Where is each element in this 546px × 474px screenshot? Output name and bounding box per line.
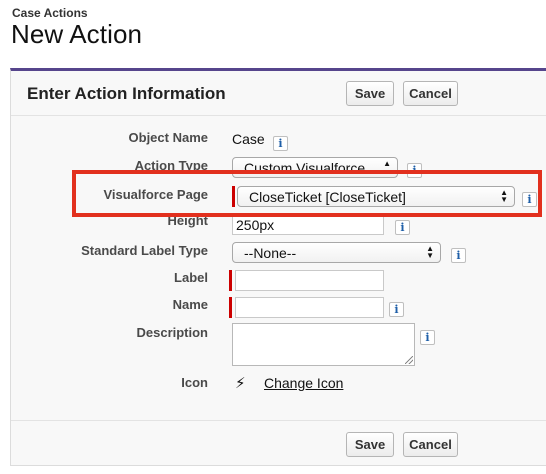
footer-divider — [11, 420, 546, 421]
cancel-button-top[interactable]: Cancel — [403, 81, 458, 106]
icon-label: Icon — [181, 375, 208, 390]
object-name-label: Object Name — [128, 130, 208, 145]
cancel-button-bottom[interactable]: Cancel — [403, 432, 458, 457]
save-button-top[interactable]: Save — [346, 81, 394, 106]
height-input[interactable]: 250px — [232, 214, 384, 235]
description-textarea[interactable] — [232, 323, 415, 366]
standard-label-type-info-icon[interactable]: i — [451, 248, 466, 263]
label-input[interactable] — [235, 270, 384, 291]
standard-label-type-label: Standard Label Type — [81, 243, 208, 258]
name-field-label: Name — [172, 297, 208, 312]
highlight-box — [72, 170, 542, 217]
standard-label-type-select[interactable]: --None-- ▲ ▼ — [232, 242, 441, 263]
description-info-icon[interactable]: i — [420, 330, 435, 345]
required-marker — [229, 270, 232, 291]
object-name-info-icon[interactable]: i — [273, 136, 288, 151]
required-marker — [229, 297, 232, 318]
label-field-label: Label — [174, 270, 208, 285]
object-name-value: Case — [232, 131, 265, 147]
name-input[interactable] — [235, 297, 384, 318]
standard-label-type-value: --None-- — [244, 244, 297, 261]
height-info-icon[interactable]: i — [395, 220, 410, 235]
change-icon-link[interactable]: Change Icon — [264, 375, 343, 391]
resize-grip-icon[interactable] — [405, 356, 413, 364]
save-button-bottom[interactable]: Save — [346, 432, 394, 457]
description-label: Description — [136, 325, 208, 340]
name-info-icon[interactable]: i — [389, 302, 404, 317]
header-divider — [11, 115, 546, 116]
select-arrows-icon: ▲ ▼ — [426, 244, 434, 260]
action-form-panel — [10, 68, 546, 466]
page-title: New Action — [11, 19, 143, 49]
lightning-bolt-icon: ⚡ — [235, 375, 246, 392]
breadcrumb: Case Actions — [12, 6, 88, 20]
select-arrows-icon: ▲ — [383, 159, 391, 168]
section-title: Enter Action Information — [27, 84, 226, 103]
